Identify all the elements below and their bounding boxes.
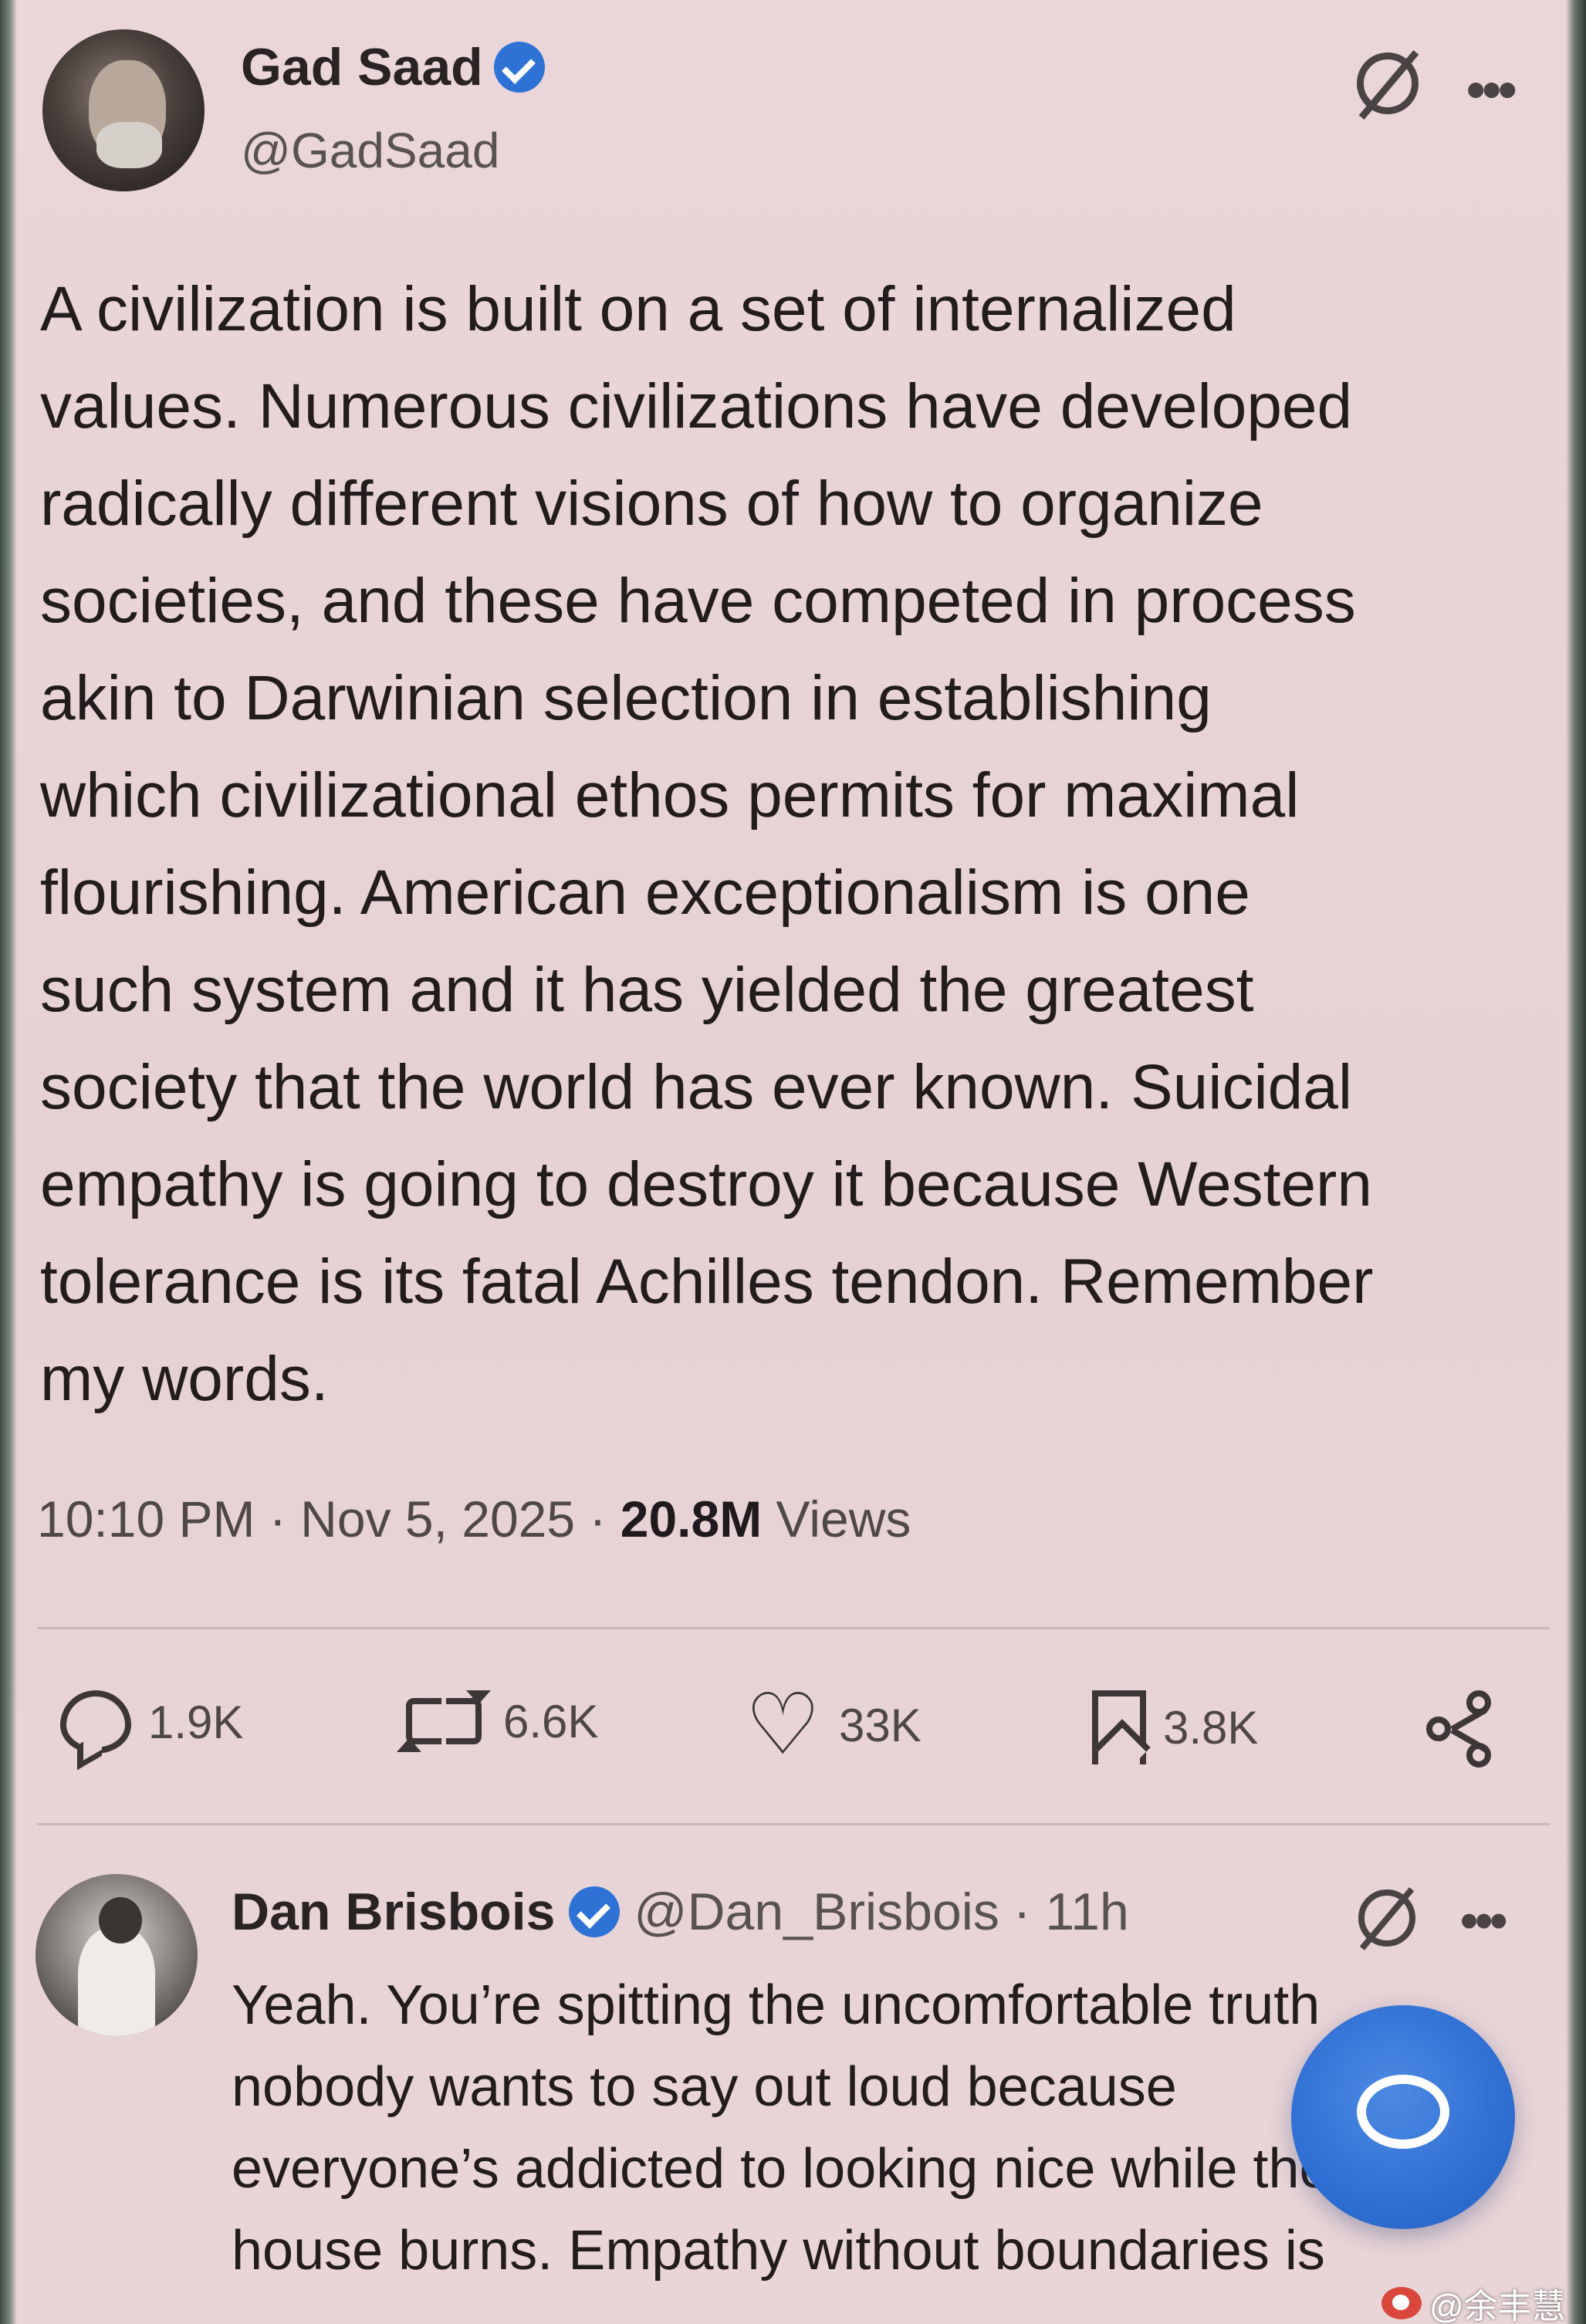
reply-header: Dan Brisbois @Dan_Brisbois · 11h <box>232 1882 1129 1942</box>
views-label[interactable]: Views <box>776 1490 911 1548</box>
heart-icon: ♡ <box>745 1677 821 1772</box>
author-name-row[interactable]: Gad Saad <box>241 37 545 97</box>
meta-separator: · <box>589 1490 621 1548</box>
bookmark-icon <box>1092 1690 1146 1764</box>
avatar-body <box>78 1928 155 2036</box>
verified-badge-icon <box>493 42 545 93</box>
grok-icon[interactable] <box>1358 1889 1415 1947</box>
reply-age[interactable]: · 11h <box>1013 1882 1129 1942</box>
compose-reply-icon <box>1357 2075 1449 2149</box>
meta-separator: · <box>269 1490 301 1548</box>
author-avatar[interactable] <box>42 29 205 191</box>
reply-icon <box>60 1690 131 1754</box>
device-edge-left <box>0 0 17 2324</box>
weibo-logo-icon <box>1381 2287 1422 2319</box>
tweet-text: A civilization is built on a set of inte… <box>40 274 1374 1414</box>
watermark: @余丰慧 <box>1381 2278 1566 2324</box>
watermark-text: @余丰慧 <box>1429 2288 1566 2324</box>
tweet-actions-bar: 1.9K 6.6K ♡ 33K 3.8K <box>46 1677 1528 1775</box>
reply-author-avatar[interactable] <box>36 1874 198 2036</box>
repost-count: 6.6K <box>503 1695 599 1747</box>
verified-badge-icon <box>569 1886 621 1937</box>
tweet-time[interactable]: 10:10 PM <box>37 1490 255 1548</box>
repost-action[interactable]: 6.6K <box>397 1690 599 1752</box>
grok-icon[interactable] <box>1357 52 1419 114</box>
divider-bottom <box>37 1823 1550 1825</box>
author-handle[interactable]: @GadSaad <box>241 122 499 179</box>
tweet-screen: Gad Saad @GadSaad ••• A civilization is … <box>0 0 1586 2324</box>
like-action[interactable]: ♡ 33K <box>745 1677 922 1772</box>
divider-top <box>37 1627 1550 1629</box>
share-icon <box>1426 1690 1503 1768</box>
reply-action[interactable]: 1.9K <box>60 1690 243 1754</box>
author-name[interactable]: Gad Saad <box>241 37 483 97</box>
reply-author-handle[interactable]: @Dan_Brisbois <box>634 1882 999 1942</box>
bookmark-action[interactable]: 3.8K <box>1092 1690 1258 1764</box>
tweet-date[interactable]: Nov 5, 2025 <box>300 1490 575 1548</box>
share-action[interactable] <box>1426 1690 1503 1768</box>
avatar-beard <box>96 122 162 168</box>
views-count[interactable]: 20.8M <box>621 1490 762 1548</box>
bookmark-count: 3.8K <box>1163 1701 1259 1754</box>
more-icon[interactable]: ••• <box>1460 1891 1507 1950</box>
tweet-meta: 10:10 PM · Nov 5, 2025 · 20.8M Views <box>37 1490 911 1548</box>
like-count: 33K <box>839 1699 922 1751</box>
device-edge-right <box>1566 0 1586 2324</box>
compose-reply-button[interactable] <box>1291 2005 1515 2229</box>
avatar-head <box>99 1897 142 1943</box>
reply-count: 1.9K <box>148 1696 244 1748</box>
more-icon[interactable]: ••• <box>1466 59 1517 120</box>
reply-author-name[interactable]: Dan Brisbois <box>232 1882 555 1942</box>
repost-icon <box>397 1690 491 1752</box>
